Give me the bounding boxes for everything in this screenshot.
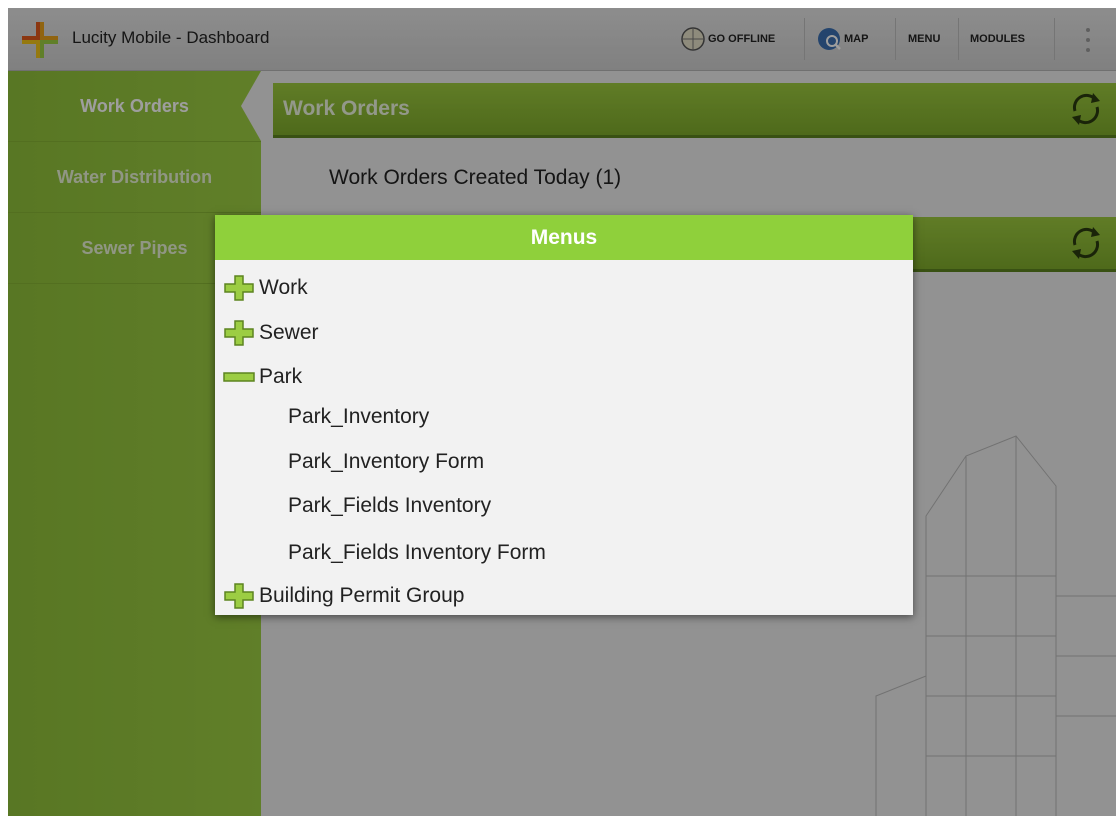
menu-item-park-fields-inventory-form[interactable]: Park_Fields Inventory Form	[288, 533, 546, 573]
menus-dialog: Menus Work Sewer Park Park_Inventory Par…	[215, 215, 913, 615]
menu-group-label: Building Permit Group	[259, 584, 465, 607]
app-screen: Lucity Mobile - Dashboard GO OFFLINE MAP…	[8, 8, 1116, 816]
minus-icon	[223, 372, 255, 382]
menu-group-label: Park	[259, 365, 303, 388]
menu-group-park[interactable]: Park	[221, 357, 302, 397]
plus-icon	[224, 320, 254, 346]
menu-item-park-fields-inventory[interactable]: Park_Fields Inventory	[288, 486, 491, 526]
plus-icon	[224, 583, 254, 609]
menu-group-label: Sewer	[259, 321, 319, 344]
menu-group-work[interactable]: Work	[221, 268, 308, 308]
dialog-title: Menus	[215, 215, 913, 260]
menu-item-park-inventory-form[interactable]: Park_Inventory Form	[288, 442, 484, 482]
menu-group-building-permit[interactable]: Building Permit Group	[221, 576, 464, 616]
menu-group-sewer[interactable]: Sewer	[221, 313, 319, 353]
menu-item-park-inventory[interactable]: Park_Inventory	[288, 397, 429, 437]
plus-icon	[224, 275, 254, 301]
menu-group-label: Work	[259, 276, 308, 299]
